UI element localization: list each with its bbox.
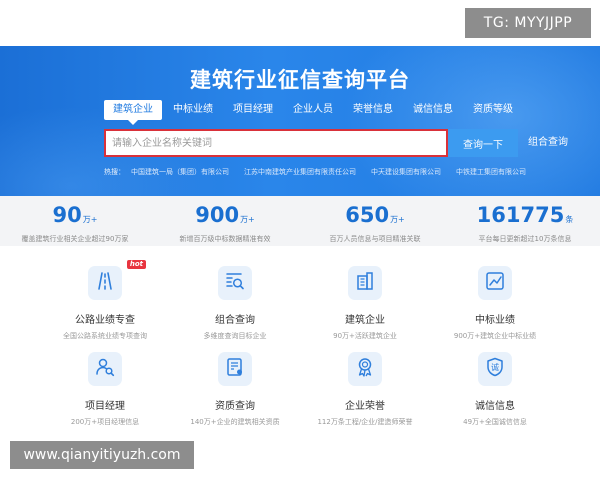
stat-unit: 条 xyxy=(565,215,574,224)
stat-unit: 万+ xyxy=(390,215,405,224)
feature-title: 项目经理 xyxy=(85,401,125,412)
road-icon xyxy=(94,270,116,296)
feature-company-honors[interactable]: 企业荣誉 112万条工程/企业/建造师荣誉 xyxy=(300,348,430,438)
stat-people: 650万+ 百万人员信息与项目精准关联 xyxy=(300,196,450,246)
feature-description: 多维度查询目标企业 xyxy=(203,332,267,340)
tab-integrity[interactable]: 诚信信息 xyxy=(404,100,462,120)
stat-description: 新增百万级中标数据精准有效 xyxy=(179,235,271,243)
feature-title: 诚信信息 xyxy=(475,401,515,412)
feature-grid: hot 公路业绩专查 全国公路系统业绩专项查询 组合查询 多维度查询目标企业 建… xyxy=(40,260,560,438)
combo-search-link[interactable]: 组合查询 xyxy=(528,129,568,157)
feature-description: 112万条工程/企业/建造师荣誉 xyxy=(317,418,413,426)
search-list-icon xyxy=(224,270,246,296)
building-icon xyxy=(354,270,376,296)
medal-icon xyxy=(354,356,376,382)
hot-badge: hot xyxy=(126,260,146,269)
stat-unit: 万+ xyxy=(240,215,255,224)
feature-title: 资质查询 xyxy=(215,401,255,412)
feature-description: 全国公路系统业绩专项查询 xyxy=(63,332,147,340)
feature-bid-performance[interactable]: 中标业绩 900万+建筑企业中标业绩 xyxy=(430,262,560,352)
tab-company-staff[interactable]: 企业人员 xyxy=(284,100,342,120)
url-watermark: www.qianyitiyuzh.com xyxy=(10,441,194,469)
stat-number: 90 xyxy=(52,203,82,227)
search-button[interactable]: 查询一下 xyxy=(448,129,518,157)
platform-title: 建筑行业征信查询平台 xyxy=(190,68,410,92)
stats-band: 90万+ 覆盖建筑行业相关企业超过90万家 900万+ 新增百万级中标数据精准有… xyxy=(0,196,600,246)
watermark-badge: TG: MYYJJPP xyxy=(465,8,591,38)
feature-description: 900万+建筑企业中标业绩 xyxy=(453,332,537,340)
feature-description: 90万+活跃建筑企业 xyxy=(333,332,397,340)
certificate-icon xyxy=(224,356,246,382)
feature-title: 组合查询 xyxy=(215,315,255,326)
page: TG: MYYJJPP 建筑行业征信查询平台 建筑企业 中标业绩 项目经理 企业… xyxy=(0,0,600,480)
tab-honors[interactable]: 荣誉信息 xyxy=(344,100,402,120)
stat-daily-updates: 161775条 平台每日更新超过10万条信息 xyxy=(450,196,600,246)
tab-bid-performance[interactable]: 中标业绩 xyxy=(164,100,222,120)
search-category-tabs: 建筑企业 中标业绩 项目经理 企业人员 荣誉信息 诚信信息 资质等级 xyxy=(104,100,524,125)
stat-number: 161775 xyxy=(476,203,565,227)
hot-search-item[interactable]: 江苏中南建筑产业集团有限责任公司 xyxy=(244,167,356,181)
stat-bids: 900万+ 新增百万级中标数据精准有效 xyxy=(150,196,300,246)
hot-search-item[interactable]: 中国建筑一局（集团）有限公司 xyxy=(131,167,229,181)
stat-description: 百万人员信息与项目精准关联 xyxy=(329,235,421,243)
hot-search-label: 热搜： xyxy=(104,168,125,176)
hot-search-item[interactable]: 中铁建工集团有限公司 xyxy=(456,167,526,181)
feature-description: 200万+项目经理信息 xyxy=(70,418,140,426)
shield-icon: 诚 xyxy=(484,356,506,382)
stat-description: 覆盖建筑行业相关企业超过90万家 xyxy=(21,235,129,243)
chart-icon xyxy=(484,270,506,296)
stat-number: 650 xyxy=(345,203,390,227)
hot-searches: 热搜： 中国建筑一局（集团）有限公司 江苏中南建筑产业集团有限责任公司 中天建设… xyxy=(104,167,541,181)
stat-unit: 万+ xyxy=(82,215,98,224)
tab-qualification[interactable]: 资质等级 xyxy=(464,100,522,120)
feature-highway-performance[interactable]: hot 公路业绩专查 全国公路系统业绩专项查询 xyxy=(40,260,170,352)
stat-companies: 90万+ 覆盖建筑行业相关企业超过90万家 xyxy=(0,196,150,246)
feature-title: 建筑企业 xyxy=(345,315,385,326)
tab-project-manager[interactable]: 项目经理 xyxy=(224,100,282,120)
feature-title: 企业荣誉 xyxy=(345,401,385,412)
hot-search-item[interactable]: 中天建设集团有限公司 xyxy=(371,167,441,181)
company-search-input[interactable] xyxy=(104,129,448,157)
tab-construction-company[interactable]: 建筑企业 xyxy=(104,100,162,125)
feature-construction-company[interactable]: 建筑企业 90万+活跃建筑企业 xyxy=(300,262,430,352)
user-search-icon xyxy=(94,356,116,382)
feature-title: 中标业绩 xyxy=(475,315,515,326)
feature-combo-search[interactable]: 组合查询 多维度查询目标企业 xyxy=(170,262,300,352)
feature-description: 49万+全国诚信信息 xyxy=(463,418,527,426)
feature-integrity-info[interactable]: 诚 诚信信息 49万+全国诚信信息 xyxy=(430,348,560,438)
feature-qualification-search[interactable]: 资质查询 140万+企业的建筑相关资质 xyxy=(170,348,300,438)
feature-description: 140万+企业的建筑相关资质 xyxy=(190,418,280,426)
feature-title: 公路业绩专查 xyxy=(75,315,135,326)
feature-project-manager[interactable]: 项目经理 200万+项目经理信息 xyxy=(40,348,170,438)
stat-number: 900 xyxy=(195,203,240,227)
shield-glyph: 诚 xyxy=(491,362,499,372)
stat-description: 平台每日更新超过10万条信息 xyxy=(478,235,572,243)
search-bar: 查询一下 组合查询 xyxy=(104,129,568,157)
hero-banner: 建筑行业征信查询平台 建筑企业 中标业绩 项目经理 企业人员 荣誉信息 诚信信息… xyxy=(0,46,600,196)
